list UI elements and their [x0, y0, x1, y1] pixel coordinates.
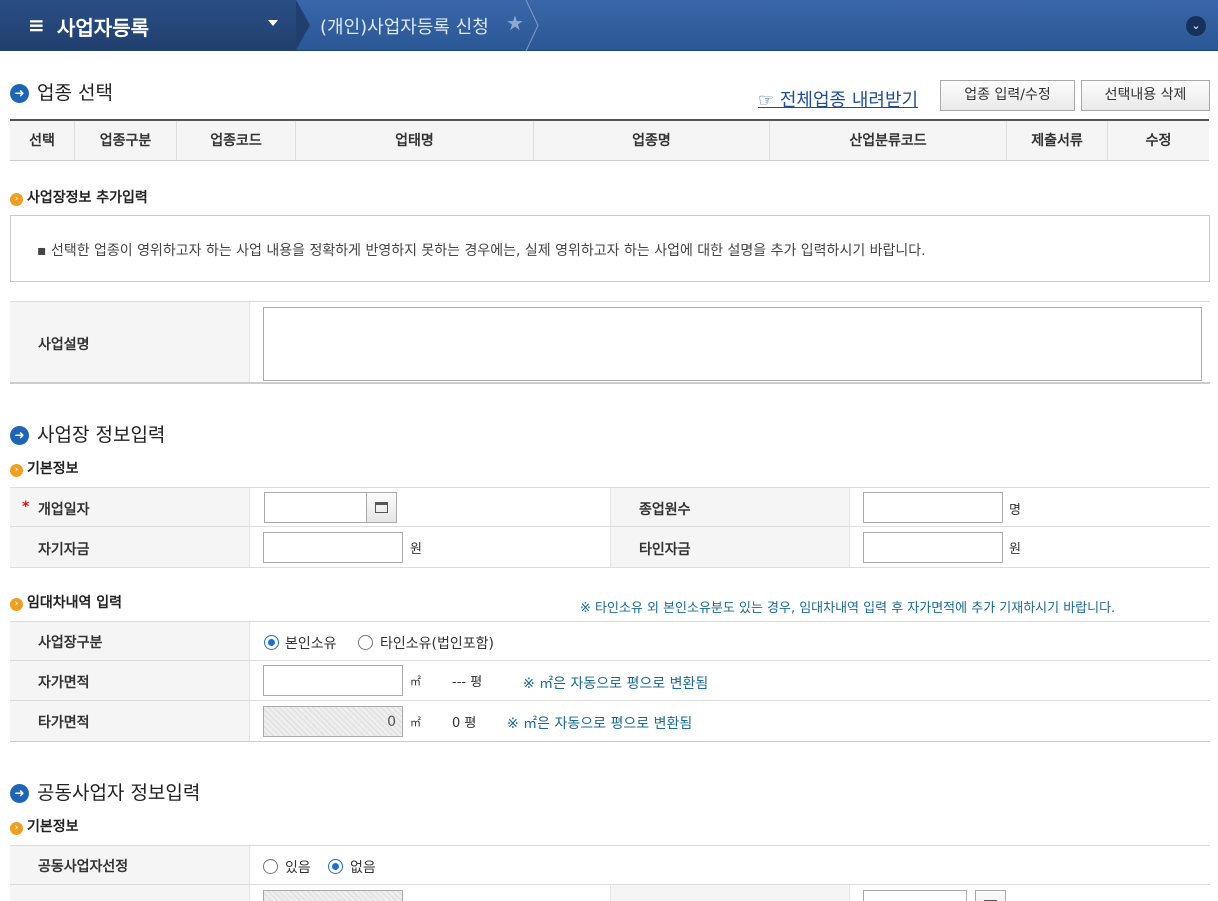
bullet-icon: › [10, 193, 23, 206]
open-date-row: * 개업일자 종업원수 명 [10, 487, 1210, 527]
subheading-basic-info: › 기본정보 [10, 458, 79, 478]
capital-row: 자기자금 원 타인자금 원 [10, 527, 1210, 568]
top-navigation-bar: ≡ 사업자등록 (개인)사업자등록 신청 ★ ⌄ [0, 0, 1218, 51]
other-area-row: 타가면적 ㎡ 0 평 ※ ㎡은 자동으로 평으로 변환됨 [10, 701, 1210, 742]
col-type-category: 업종구분 [75, 121, 177, 160]
open-date-input[interactable] [264, 492, 368, 523]
own-area-row: 자가면적 ㎡ --- 평 ※ ㎡은 자동으로 평으로 변환됨 [10, 661, 1210, 701]
own-property-radio[interactable] [264, 635, 279, 650]
partner-next-label-2 [610, 885, 850, 901]
site-type-label: 사업장구분 [10, 622, 250, 660]
partner-next-row [10, 885, 1210, 901]
section-heading-business-type: ➜ 업종 선택 [10, 78, 113, 105]
other-pyeong-value: 0 평 [452, 716, 477, 731]
col-industry-code: 산업분류코드 [770, 121, 1007, 160]
open-date-label: * 개업일자 [10, 488, 250, 526]
required-mark: * [22, 499, 30, 515]
arrow-circle-icon: ➜ [10, 84, 29, 103]
section-heading-partner: ➜ 공동사업자 정보입력 [10, 778, 200, 805]
other-property-radio[interactable] [358, 635, 373, 650]
partner-next-input [263, 890, 403, 901]
partner-select-label: 공동사업자선정 [10, 846, 250, 884]
section-heading-site-info: ➜ 사업장 정보입력 [10, 420, 165, 447]
partner-no-label[interactable]: 없음 [350, 857, 376, 877]
own-capital-label: 자기자금 [10, 527, 250, 567]
bullet-icon: › [10, 822, 23, 835]
breadcrumb-end-separator [525, 0, 539, 51]
other-capital-label: 타인자금 [610, 527, 850, 567]
extra-info-notice: ▪ 선택한 업종이 영위하고자 하는 사업 내용을 정확하게 반영하지 못하는 … [10, 215, 1210, 282]
col-business-condition: 업태명 [296, 121, 534, 160]
breadcrumb-current: (개인)사업자등록 신청 [320, 17, 489, 38]
col-edit: 수정 [1145, 133, 1172, 149]
own-capital-input[interactable] [263, 532, 403, 563]
col-documents: 제출서류 [1007, 121, 1108, 160]
partner-yes-radio[interactable] [263, 859, 278, 874]
other-area-label: 타가면적 [10, 701, 250, 741]
description-label: 사업설명 [10, 302, 250, 382]
breadcrumb-separator [296, 0, 310, 50]
calendar-icon[interactable] [366, 492, 397, 523]
caret-down-icon[interactable] [268, 20, 278, 26]
arrow-circle-icon: ➜ [10, 784, 29, 803]
own-property-label[interactable]: 본인소유 [285, 633, 337, 653]
partner-date-input[interactable] [863, 890, 967, 901]
menu-title[interactable]: 사업자등록 [57, 12, 149, 41]
description-row: 사업설명 [10, 301, 1210, 384]
col-type-name: 업종명 [534, 121, 770, 160]
edit-business-type-button[interactable]: 업종 입력/수정 [940, 80, 1075, 111]
arrow-circle-icon: ➜ [10, 426, 29, 445]
employees-unit: 명 [1009, 503, 1021, 518]
subheading-extra-info: › 사업장정보 추가입력 [10, 187, 148, 207]
partner-select-row: 공동사업자선정 있음 없음 [10, 845, 1210, 885]
site-type-row: 사업장구분 본인소유 타인소유(법인포함) [10, 621, 1210, 661]
favorite-star-icon[interactable]: ★ [506, 11, 524, 35]
lease-notice: ※ 타인소유 외 본인소유분도 있는 경우, 임대차내역 입력 후 자가면적에 … [580, 601, 1116, 616]
employees-label: 종업원수 [610, 488, 850, 526]
download-all-types-link[interactable]: ☞ 전체업종 내려받기 [758, 86, 918, 112]
partner-yes-label[interactable]: 있음 [285, 857, 311, 877]
subheading-partner-basic: › 기본정보 [10, 816, 79, 836]
expand-chevron-icon[interactable]: ⌄ [1186, 16, 1206, 36]
other-capital-unit: 원 [1009, 542, 1021, 557]
partner-next-label [10, 885, 250, 901]
business-type-table-header: 선택 업종구분 업종코드 업태명 업종명 산업분류코드 제출서류 수정 [10, 119, 1209, 161]
partner-no-radio[interactable] [328, 859, 343, 874]
own-area-label: 자가면적 [10, 661, 250, 700]
own-pyeong-value: --- 평 [452, 675, 483, 690]
bullet-icon: › [10, 464, 23, 477]
col-type-code: 업종코드 [177, 121, 296, 160]
own-area-unit: ㎡ [410, 675, 421, 688]
bullet-icon: › [10, 598, 23, 611]
other-property-label[interactable]: 타인소유(법인포함) [380, 633, 494, 653]
subheading-lease: › 임대차내역 입력 [10, 592, 122, 612]
employees-input[interactable] [863, 492, 1003, 523]
own-area-input[interactable] [263, 665, 403, 696]
other-area-unit: ㎡ [410, 716, 421, 729]
main-menu-dropdown[interactable]: ≡ 사업자등록 [0, 0, 296, 51]
calendar-icon[interactable] [975, 890, 1006, 901]
delete-selection-button[interactable]: 선택내용 삭제 [1081, 80, 1210, 111]
description-textarea[interactable] [263, 307, 1202, 381]
own-capital-unit: 원 [410, 542, 422, 557]
other-area-input [263, 706, 403, 737]
col-select: 선택 [10, 121, 75, 160]
hamburger-icon[interactable]: ≡ [28, 13, 45, 37]
other-area-convert-note: ※ ㎡은 자동으로 평으로 변환됨 [507, 716, 693, 732]
own-area-convert-note: ※ ㎡은 자동으로 평으로 변환됨 [523, 676, 709, 692]
other-capital-input[interactable] [863, 532, 1003, 563]
